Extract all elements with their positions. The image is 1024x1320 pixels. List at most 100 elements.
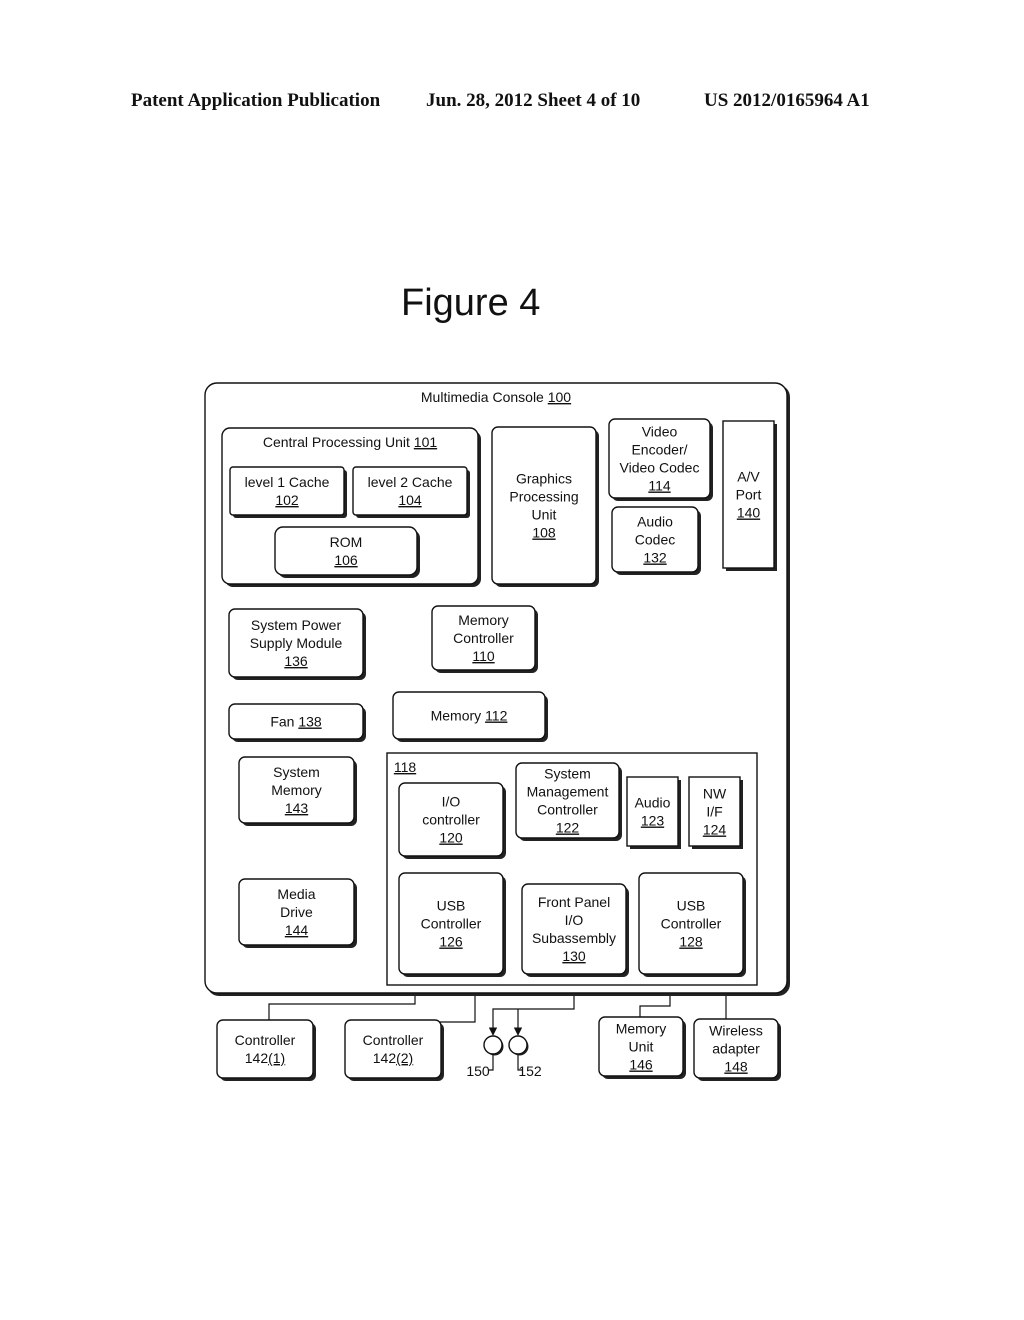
blocks: Multimedia Console 100 118 Central Process… (204, 382, 790, 1081)
block-ref: 108 (532, 525, 556, 541)
block-label: controller (422, 812, 480, 828)
block-ref: 142(2) (373, 1050, 413, 1066)
block-ref: 148 (724, 1059, 748, 1075)
block-mem: Memory 112 (392, 691, 548, 742)
block-fan: Fan 138 (228, 703, 366, 742)
block-border (626, 776, 679, 847)
block-label: Supply Module (250, 635, 343, 651)
block-usb2: USB Controller 128 (638, 872, 746, 977)
indicator-152: 152 (508, 1035, 542, 1079)
block-label: USB (677, 898, 706, 914)
block-label: Controller (537, 802, 598, 818)
block-label: Media (277, 886, 315, 902)
block-mdrive: Media Drive 144 (238, 878, 357, 948)
block-label: ROM (330, 534, 363, 550)
indicator-icon (483, 1035, 503, 1055)
block-border (216, 1019, 314, 1079)
block-label: Unit (629, 1039, 654, 1055)
block-ref: 124 (703, 822, 727, 838)
block-nwif: NW I/F 124 (688, 776, 743, 849)
indicator-icon (508, 1035, 528, 1055)
block-label: System Power (251, 617, 342, 633)
block-psu: System Power Supply Module 136 (228, 608, 366, 680)
block-label: Controller (235, 1032, 296, 1048)
block-label: Memory 112 (431, 708, 508, 724)
block-l1: level 1 Cache 102 (229, 466, 347, 518)
block-audio: Audio 123 (626, 776, 681, 849)
block-label: Unit (532, 507, 557, 523)
block-ref: 142(1) (245, 1050, 285, 1066)
block-sysmem: System Memory 143 (238, 756, 357, 826)
block-label: Port (736, 487, 762, 503)
block-ref: 126 (439, 934, 463, 950)
block-label: adapter (712, 1041, 760, 1057)
block-acodec: Audio Codec 132 (611, 506, 701, 575)
block-ref: 102 (275, 492, 299, 508)
block-memctl: Memory Controller 110 (431, 605, 538, 673)
block-label: Memory (616, 1021, 667, 1037)
block-label: Controller (363, 1032, 424, 1048)
block-ref: 110 (472, 648, 495, 664)
block-label: System (544, 766, 591, 782)
block-label: Encoder/ (631, 442, 687, 458)
block-border (344, 1019, 442, 1079)
block-smc: System Management Controller 122 (515, 762, 622, 841)
block-diagram: Multimedia Console 100 118 Central Process… (204, 382, 790, 1081)
block-label: Controller (421, 916, 482, 932)
block-label: Memory (458, 612, 509, 628)
block-ref: 146 (629, 1057, 653, 1073)
block-ref: 143 (285, 800, 309, 816)
block-ref: 130 (562, 948, 586, 964)
block-label: Subassembly (532, 930, 616, 946)
block-label: level 2 Cache (368, 474, 453, 490)
block-label: I/O (442, 794, 461, 810)
block-label: A/V (737, 469, 760, 485)
block-ctl1: Controller 142(1) (216, 1019, 316, 1081)
block-ref: 136 (284, 653, 308, 669)
block-label: Controller (661, 916, 722, 932)
block-ref: 114 (648, 478, 671, 494)
block-label: USB (437, 898, 466, 914)
block-label: level 1 Cache (245, 474, 330, 490)
block-label: Graphics (516, 471, 572, 487)
block-gpu: Graphics Processing Unit 108 (491, 426, 599, 587)
block-label: System (273, 764, 320, 780)
block-av: A/V Port 140 (722, 420, 777, 571)
block-label: Wireless (709, 1023, 763, 1039)
block-label: Front Panel (538, 894, 610, 910)
indicator-ref: 150 (466, 1063, 490, 1079)
block-label: Controller (453, 630, 514, 646)
block-l2: level 2 Cache 104 (352, 466, 470, 518)
block-label: Drive (280, 904, 313, 920)
indicator-150: 150 (466, 1035, 504, 1079)
block-ref: 120 (439, 830, 463, 846)
block-label: Fan 138 (270, 714, 322, 730)
block-label: Management (527, 784, 609, 800)
block-venc: Video Encoder/Video Codec 114 (608, 418, 713, 501)
console-label: Multimedia Console 100 (421, 389, 571, 405)
block-label: Central Processing Unit 101 (263, 434, 438, 450)
block-label: Audio (635, 795, 671, 811)
block-memunit: Memory Unit 146 (598, 1016, 686, 1079)
block-ref: 122 (556, 820, 580, 836)
block-border (491, 426, 597, 585)
block-label: I/F (706, 804, 722, 820)
block-label: I/O (565, 912, 584, 928)
block-usb1: USB Controller 126 (398, 872, 506, 977)
block-label: Memory (271, 782, 322, 798)
block-label: Video (642, 424, 678, 440)
block-ref: 123 (641, 813, 665, 829)
block-label: Processing (509, 489, 578, 505)
block-ref: 144 (285, 922, 309, 938)
block-ref: 132 (643, 550, 667, 566)
block-label: Codec (635, 532, 675, 548)
block-ref: 128 (679, 934, 703, 950)
block-wireless: Wireless adapter 148 (693, 1018, 781, 1081)
block-ref: 106 (334, 552, 358, 568)
block-ref: 140 (737, 505, 761, 521)
block-ioctl: I/O controller 120 (398, 782, 506, 859)
block-label: NW (703, 786, 727, 802)
block-rom: ROM 106 (274, 526, 420, 578)
block-ref: 104 (398, 492, 422, 508)
block-ctl2: Controller 142(2) (344, 1019, 444, 1081)
